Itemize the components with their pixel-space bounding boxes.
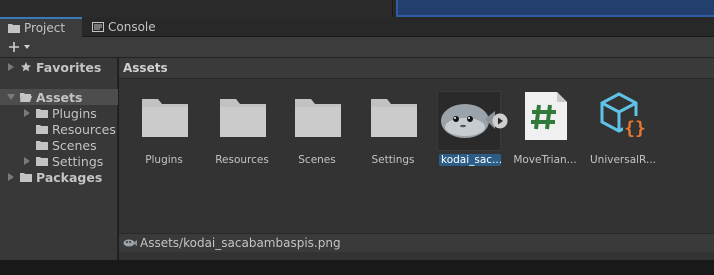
collapse-arrow-icon[interactable] [6,92,16,102]
folder-icon [295,99,341,137]
asset-item-plugins[interactable]: Plugins [125,91,203,179]
breadcrumb-assets[interactable]: Assets [123,61,168,75]
asset-item-movetriangle-script[interactable]: MoveTrian... [506,91,584,179]
editor-status-strip [0,260,714,275]
svg-text:{}: {} [624,118,646,139]
upper-left-pane [0,0,393,17]
tab-project[interactable]: Project [0,17,82,37]
expand-arrow-icon[interactable] [6,62,16,72]
tree-label-favorites: Favorites [36,59,102,75]
asset-item-scenes[interactable]: Scenes [278,91,356,179]
expand-arrow-icon[interactable] [22,156,32,166]
asset-browser: Assets Plugins Resources Scenes Settings… [119,58,714,260]
tree-label-plugins: Plugins [52,105,97,121]
asset-label-selected: kodai_sac... [439,154,501,166]
tree-label-scenes: Scenes [52,137,97,153]
render-pipeline-asset-icon: {} [600,92,647,139]
asset-item-kodai-sacabambaspis[interactable]: kodai_sac... [422,91,508,179]
plus-icon [9,42,19,52]
asset-label: UniversalR... [589,154,656,166]
csharp-script-icon [525,92,567,140]
folder-icon [8,24,20,33]
tree-label-resources: Resources [52,121,116,137]
asset-item-settings[interactable]: Settings [354,91,432,179]
tab-console-label: Console [108,20,156,34]
breadcrumb: Assets [119,58,714,79]
tab-console[interactable]: Console [84,17,164,37]
expand-arrow-icon[interactable] [6,172,16,182]
tree-item-favorites[interactable]: Favorites [6,59,101,75]
asset-label: MoveTrian... [513,154,577,166]
folder-icon [36,141,48,150]
asset-label: Settings [371,154,415,166]
project-toolbar [0,37,714,58]
asset-item-universal-render-pipeline[interactable]: {} UniversalR... [584,91,662,179]
chevron-down-icon [24,45,30,49]
folder-icon [20,173,32,182]
tab-project-label: Project [24,21,66,35]
folder-icon [142,99,188,137]
asset-item-resources[interactable]: Resources [203,91,281,179]
console-icon [92,22,104,32]
selected-asset-path: Assets/kodai_sacabambaspis.png [140,236,341,250]
folder-icon [36,125,48,134]
folder-icon [220,99,266,137]
star-icon [21,62,31,72]
expand-arrow-icon[interactable] [22,108,32,118]
asset-label: Scenes [298,154,336,166]
folder-icon [36,157,48,166]
create-asset-button[interactable] [8,39,36,55]
tree-item-assets[interactable]: Assets [0,89,118,105]
selection-path-bar: Assets/kodai_sacabambaspis.png [119,233,714,252]
asset-label: Resources [215,154,269,166]
tree-item-plugins[interactable]: Plugins [22,105,97,121]
tree-item-settings[interactable]: Settings [22,153,103,169]
tree-label-assets: Assets [36,89,83,105]
folder-icon [36,109,48,118]
upper-scene-view [396,0,714,17]
fish-image-mini-icon [123,239,137,247]
editor-top-strip [0,0,714,17]
tree-item-scenes[interactable]: Scenes [36,137,97,153]
tree-label-settings: Settings [52,153,104,169]
project-folder-tree: Favorites Assets Plugins Resources Scene… [0,58,118,260]
tree-item-packages[interactable]: Packages [6,169,102,185]
asset-label: Plugins [145,154,183,166]
tab-bar: Project Console [0,17,714,37]
tree-item-resources[interactable]: Resources [36,121,116,137]
tree-label-packages: Packages [36,169,103,185]
folder-icon [371,99,417,137]
open-folder-icon [20,93,32,102]
